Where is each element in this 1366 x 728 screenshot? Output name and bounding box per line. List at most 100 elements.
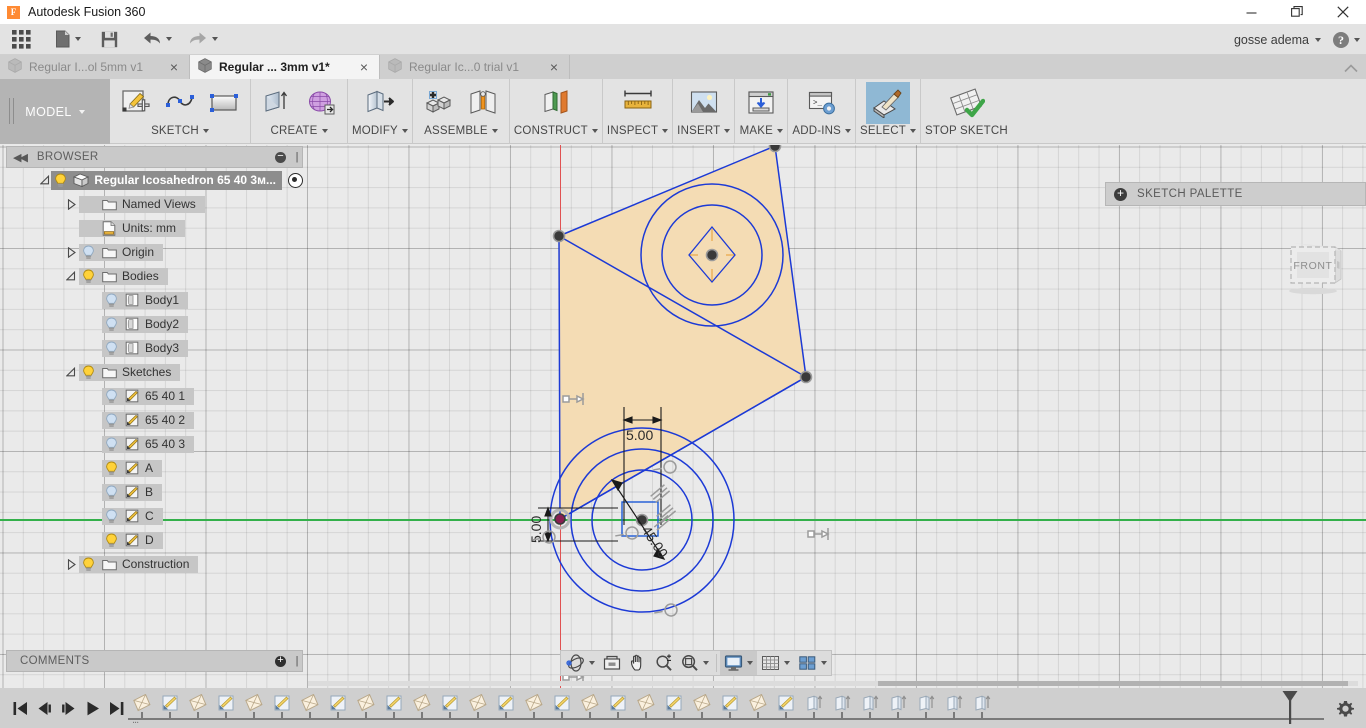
chevron-down-icon[interactable] bbox=[1354, 38, 1360, 42]
visibility-bulb-icon[interactable] bbox=[102, 316, 121, 333]
chevron-down-icon[interactable] bbox=[1315, 38, 1321, 42]
collapse-left-icon[interactable]: ◀◀ bbox=[13, 151, 26, 164]
visibility-bulb-icon[interactable] bbox=[102, 532, 121, 549]
browser-item-a[interactable]: A bbox=[6, 456, 303, 480]
chevron-down-icon[interactable] bbox=[747, 661, 753, 665]
pan-button[interactable] bbox=[625, 651, 651, 675]
zoom-button[interactable] bbox=[651, 651, 677, 675]
panel-grip[interactable]: || bbox=[295, 151, 297, 163]
chevron-down-icon[interactable] bbox=[589, 661, 595, 665]
browser-item-body3[interactable]: Body3 bbox=[6, 336, 303, 360]
sketch-palette-panel[interactable]: + SKETCH PALETTE bbox=[1105, 182, 1366, 206]
insert-image-icon[interactable] bbox=[682, 82, 726, 124]
browser-item-units-mm[interactable]: Units: mm bbox=[6, 216, 303, 240]
fit-button[interactable] bbox=[677, 651, 713, 675]
timeline-step-forward[interactable] bbox=[56, 693, 80, 723]
browser-item-chip[interactable]: Origin bbox=[79, 244, 163, 261]
chevron-down-icon[interactable] bbox=[703, 661, 709, 665]
redo-button[interactable] bbox=[182, 24, 224, 55]
browser-item-chip[interactable]: B bbox=[102, 484, 162, 501]
rectangle-icon[interactable] bbox=[202, 82, 246, 124]
browser-item-chip[interactable]: A bbox=[102, 460, 162, 477]
browser-item-origin[interactable]: Origin bbox=[6, 240, 303, 264]
minimize-icon[interactable] bbox=[1228, 0, 1274, 24]
visibility-bulb-icon[interactable] bbox=[102, 436, 121, 453]
grid-snaps-button[interactable] bbox=[757, 651, 794, 675]
browser-item-named-views[interactable]: Named Views bbox=[6, 192, 303, 216]
browser-item-chip[interactable]: Units: mm bbox=[79, 220, 185, 237]
visibility-bulb-icon[interactable] bbox=[79, 244, 98, 261]
visibility-bulb-icon[interactable] bbox=[102, 340, 121, 357]
chevron-down-icon[interactable] bbox=[592, 129, 598, 133]
design-canvas[interactable]: 5.00 5.00 45.00 bbox=[0, 145, 1366, 688]
chevron-down-icon[interactable] bbox=[777, 129, 783, 133]
visibility-bulb-icon[interactable] bbox=[102, 412, 121, 429]
3d-print-icon[interactable] bbox=[739, 82, 783, 124]
display-settings-button[interactable] bbox=[720, 651, 757, 675]
browser-item-b[interactable]: B bbox=[6, 480, 303, 504]
new-file-button[interactable] bbox=[49, 24, 87, 55]
look-at-button[interactable] bbox=[599, 651, 625, 675]
browser-item-65-40-3[interactable]: 65 40 3 bbox=[6, 432, 303, 456]
stop-sketch-icon[interactable] bbox=[937, 82, 995, 124]
browser-item-body1[interactable]: Body1 bbox=[6, 288, 303, 312]
browser-item-chip[interactable]: C bbox=[102, 508, 163, 525]
help-icon[interactable]: ? bbox=[1333, 32, 1349, 48]
new-component-icon[interactable] bbox=[417, 82, 461, 124]
doc-tab-1[interactable]: Regular ... 3mm v1* × bbox=[190, 55, 380, 79]
browser-item-c[interactable]: C bbox=[6, 504, 303, 528]
select-icon[interactable] bbox=[866, 82, 910, 124]
restore-icon[interactable] bbox=[1274, 0, 1320, 24]
scripts-addins-icon[interactable]: >_ bbox=[800, 82, 844, 124]
chevron-down-icon[interactable] bbox=[724, 129, 730, 133]
visibility-bulb-icon[interactable] bbox=[79, 364, 98, 381]
collapse-arrow-icon[interactable] bbox=[63, 268, 79, 285]
browser-item-sketches[interactable]: Sketches bbox=[6, 360, 303, 384]
chevron-down-icon[interactable] bbox=[784, 661, 790, 665]
view-cube[interactable]: FRONT bbox=[1283, 239, 1349, 297]
close-icon[interactable]: × bbox=[357, 60, 371, 74]
visibility-bulb-icon[interactable] bbox=[51, 172, 70, 189]
visibility-bulb-icon[interactable] bbox=[102, 292, 121, 309]
expand-arrow-icon[interactable] bbox=[63, 196, 79, 213]
timeline-go-start[interactable] bbox=[8, 693, 32, 723]
timeline-settings-gear-icon[interactable] bbox=[1324, 688, 1366, 728]
timeline-track[interactable]: ... bbox=[128, 688, 1324, 728]
chevron-down-icon[interactable] bbox=[492, 129, 498, 133]
browser-item-chip[interactable]: 65 40 3 bbox=[102, 436, 194, 453]
timeline-go-end[interactable] bbox=[104, 693, 128, 723]
measure-icon[interactable] bbox=[616, 82, 660, 124]
close-icon[interactable]: × bbox=[547, 60, 561, 74]
app-grid-button[interactable] bbox=[6, 24, 37, 55]
timeline-step-back[interactable] bbox=[32, 693, 56, 723]
viewports-button[interactable] bbox=[794, 651, 831, 675]
comments-panel[interactable]: COMMENTS + || bbox=[6, 650, 303, 672]
mesh-create-icon[interactable] bbox=[299, 82, 343, 124]
visibility-bulb-icon[interactable] bbox=[79, 556, 98, 573]
browser-item-chip[interactable]: Sketches bbox=[79, 364, 180, 381]
offset-plane-icon[interactable] bbox=[534, 82, 578, 124]
browser-item-bodies[interactable]: Bodies bbox=[6, 264, 303, 288]
canvas-hscrollbar[interactable] bbox=[308, 681, 1358, 686]
browser-item-chip[interactable]: Construction bbox=[79, 556, 198, 573]
visibility-bulb-icon[interactable] bbox=[79, 268, 98, 285]
panel-grip[interactable]: || bbox=[295, 655, 297, 667]
chevron-down-icon[interactable] bbox=[322, 129, 328, 133]
chevron-down-icon[interactable] bbox=[203, 129, 209, 133]
save-button[interactable] bbox=[95, 24, 124, 55]
visibility-bulb-icon[interactable] bbox=[102, 388, 121, 405]
browser-item-chip[interactable]: Body1 bbox=[102, 292, 188, 309]
collapse-arrow-icon[interactable] bbox=[40, 172, 51, 189]
chevron-down-icon[interactable] bbox=[402, 129, 408, 133]
expand-arrow-icon[interactable] bbox=[63, 244, 79, 261]
spline-icon[interactable] bbox=[158, 82, 202, 124]
browser-item-chip[interactable]: Body3 bbox=[102, 340, 188, 357]
browser-item-chip[interactable]: Regular Icosahedron 65 40 3м... bbox=[51, 171, 282, 190]
chevron-down-icon[interactable] bbox=[821, 661, 827, 665]
visibility-target-icon[interactable] bbox=[288, 173, 303, 188]
browser-item-65-40-2[interactable]: 65 40 2 bbox=[6, 408, 303, 432]
plus-circle-icon[interactable]: + bbox=[1114, 188, 1127, 201]
browser-item-chip[interactable]: D bbox=[102, 532, 163, 549]
browser-item-chip[interactable]: Body2 bbox=[102, 316, 188, 333]
collapse-ribbon-icon[interactable] bbox=[1344, 61, 1358, 76]
